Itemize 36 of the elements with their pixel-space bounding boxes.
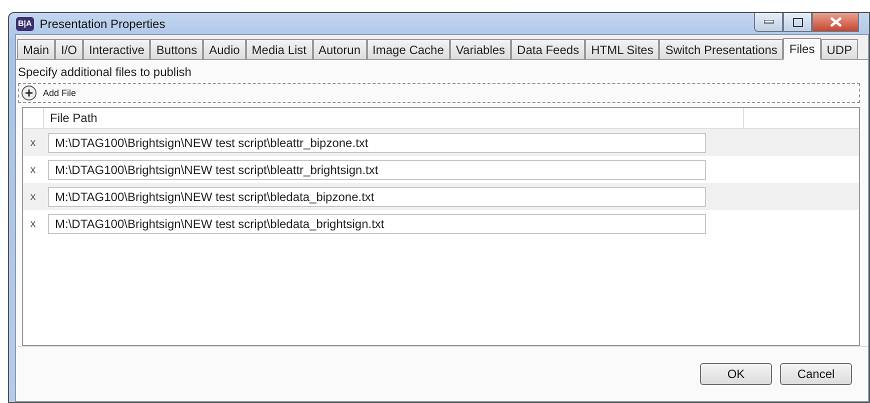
file-path-field[interactable]: M:\DTAG100\Brightsign\NEW test script\bleattr_brightsign.txt <box>48 160 706 180</box>
app-icon: B|A <box>16 16 34 30</box>
maximize-icon <box>792 18 802 26</box>
tab[interactable]: Main <box>17 39 56 59</box>
instructions-text: Specify additional files to publish <box>18 65 192 79</box>
tab[interactable]: Interactive <box>83 39 150 59</box>
add-file-button[interactable]: Add File <box>19 85 78 101</box>
tab[interactable]: Files <box>783 38 821 60</box>
close-button[interactable] <box>812 13 859 32</box>
tab[interactable]: Variables <box>450 39 512 59</box>
tab[interactable]: Autorun <box>312 39 367 59</box>
ok-button[interactable]: OK <box>700 363 772 385</box>
tab[interactable]: I/O <box>55 39 84 59</box>
tab[interactable]: Switch Presentations <box>659 39 784 59</box>
cancel-button[interactable]: Cancel <box>780 363 852 385</box>
close-icon <box>830 17 842 27</box>
remove-button[interactable]: x <box>23 164 43 176</box>
remove-button[interactable]: x <box>23 190 43 202</box>
tab[interactable]: Buttons <box>150 39 204 59</box>
minimize-icon <box>764 20 774 24</box>
file-path-field[interactable]: M:\DTAG100\Brightsign\NEW test script\bledata_bipzone.txt <box>48 186 706 206</box>
maximize-button[interactable] <box>783 13 812 32</box>
tab[interactable]: Image Cache <box>366 39 450 59</box>
tab[interactable]: Data Feeds <box>511 39 586 59</box>
remove-button[interactable]: x <box>23 136 43 148</box>
column-header: File Path <box>43 108 743 128</box>
remove-button[interactable]: x <box>23 218 43 230</box>
plus-icon <box>21 85 37 101</box>
file-path-field[interactable]: M:\DTAG100\Brightsign\NEW test script\bledata_brightsign.txt <box>48 214 706 234</box>
tab[interactable]: Media List <box>246 39 312 59</box>
tab[interactable]: UDP <box>820 39 858 59</box>
file-path-field[interactable]: M:\DTAG100\Brightsign\NEW test script\bleattr_bipzone.txt <box>48 132 706 152</box>
tab[interactable]: HTML Sites <box>585 39 660 59</box>
minimize-button[interactable] <box>754 13 783 32</box>
window-title: Presentation Properties <box>40 16 166 30</box>
tab[interactable]: Audio <box>203 39 246 59</box>
